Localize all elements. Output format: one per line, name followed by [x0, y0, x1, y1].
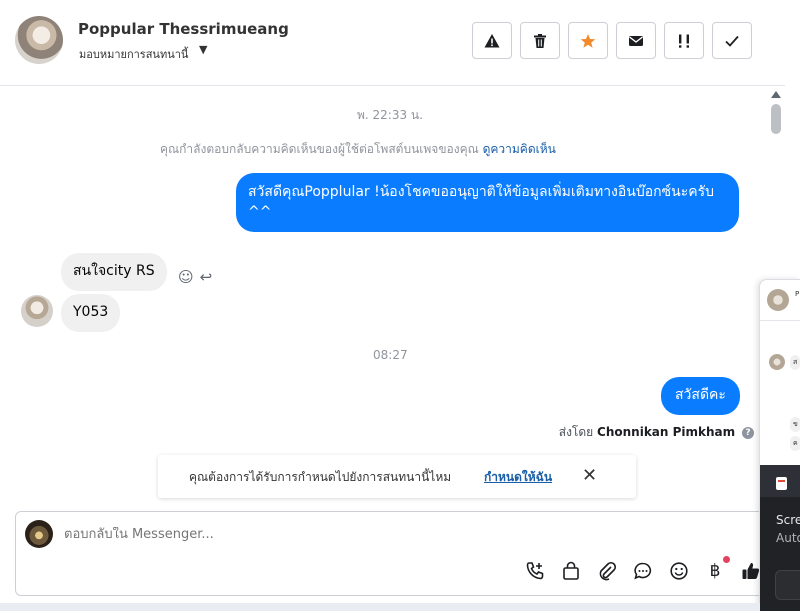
sender-name: Chonnikan Pimkham [597, 425, 736, 439]
assign-to-me-link[interactable]: กำหนดให้ฉัน [484, 468, 552, 487]
assign-conversation-dropdown[interactable]: มอบหมายการสนทนานี้ [79, 45, 188, 63]
document-icon [776, 477, 787, 490]
follow-up-button[interactable] [664, 22, 704, 59]
trash-icon [534, 33, 546, 48]
toast-title: Scre [776, 513, 800, 527]
check-icon [725, 35, 739, 47]
timestamp: 08:27 [373, 348, 408, 362]
sent-by-line: ส่งโดย Chonnikan Pimkham ? [559, 423, 754, 442]
panel-title-fragment: P [795, 290, 800, 298]
message-bubble-outgoing[interactable]: สวัสดีคุณPopplular !น้องโชคขออนุญาติให้ข… [236, 173, 739, 232]
envelope-icon [629, 35, 643, 46]
chat-bubble-icon[interactable] [632, 560, 654, 582]
phone-add-icon[interactable] [524, 560, 546, 582]
star-icon [580, 33, 596, 48]
toast-button[interactable] [775, 570, 800, 600]
panel-message-chip: ข [790, 417, 800, 432]
shopping-bag-icon[interactable] [560, 560, 582, 582]
contact-avatar[interactable] [15, 16, 63, 64]
paperclip-icon[interactable] [596, 560, 618, 582]
panel-sender-avatar [769, 354, 785, 370]
sender-avatar[interactable] [21, 295, 53, 327]
reply-notice: คุณกำลังตอบกลับความคิดเห็นของผู้ใช้ต่อโพ… [160, 140, 556, 159]
view-comment-link[interactable]: ดูความคิดเห็น [483, 142, 556, 156]
react-emoji-icon[interactable]: ☺ [178, 268, 194, 286]
page-avatar [25, 520, 53, 548]
scrollbar-thumb[interactable] [771, 104, 781, 134]
bottom-bar [0, 603, 760, 611]
assign-banner-text: คุณต้องการได้รับการกำหนดไปยังการสนทนานี้… [189, 470, 452, 484]
scroll-up-arrow[interactable] [771, 91, 781, 98]
timestamp: พ. 22:33 น. [357, 108, 423, 122]
messenger-page: Poppular Thessrimueang มอบหมายการสนทนานี… [0, 0, 800, 611]
message-bubble-incoming[interactable]: Y053 [61, 294, 121, 332]
composer-toolbar: ฿ [524, 556, 762, 582]
reply-input[interactable] [64, 527, 564, 542]
notification-dot [723, 556, 730, 563]
conversation-header: Poppular Thessrimueang มอบหมายการสนทนานี… [0, 0, 785, 86]
reply-arrow-icon[interactable]: ↩ [200, 268, 213, 286]
header-actions [472, 22, 752, 59]
priority-icon [679, 34, 689, 48]
panel-message-chip: ค [790, 436, 800, 451]
toast-subtitle: Auto [776, 531, 800, 545]
sent-by-label: ส่งโดย [558, 425, 594, 439]
close-icon[interactable]: ✕ [582, 465, 597, 486]
mark-done-button[interactable] [712, 22, 752, 59]
baht-icon[interactable]: ฿ [704, 556, 730, 582]
panel-message-chip: ส [790, 355, 800, 370]
help-icon[interactable]: ? [742, 426, 754, 439]
divider [760, 320, 800, 321]
emoji-icon[interactable] [668, 560, 690, 582]
message-bubble-incoming[interactable]: สนใจcity RS [61, 253, 167, 291]
secondary-chat-panel[interactable]: P ส ข ค Scre Auto [759, 279, 800, 611]
reply-notice-text: คุณกำลังตอบกลับความคิดเห็นของผู้ใช้ต่อโพ… [160, 142, 479, 156]
panel-avatar [767, 289, 789, 311]
warning-icon [484, 33, 500, 47]
assign-banner: คุณต้องการได้รับการกำหนดไปยังการสนทนานี้… [158, 455, 636, 498]
message-bubble-outgoing[interactable]: สวัสดีคะ [661, 377, 740, 415]
mark-unread-button[interactable] [616, 22, 656, 59]
chevron-down-icon[interactable]: ▼ [199, 43, 207, 56]
star-button[interactable] [568, 22, 608, 59]
message-actions: ☺ ↩ [178, 268, 212, 286]
delete-button[interactable] [520, 22, 560, 59]
reply-composer: ฿ [15, 511, 775, 596]
mark-spam-button[interactable] [472, 22, 512, 59]
contact-name[interactable]: Poppular Thessrimueang [78, 20, 289, 38]
